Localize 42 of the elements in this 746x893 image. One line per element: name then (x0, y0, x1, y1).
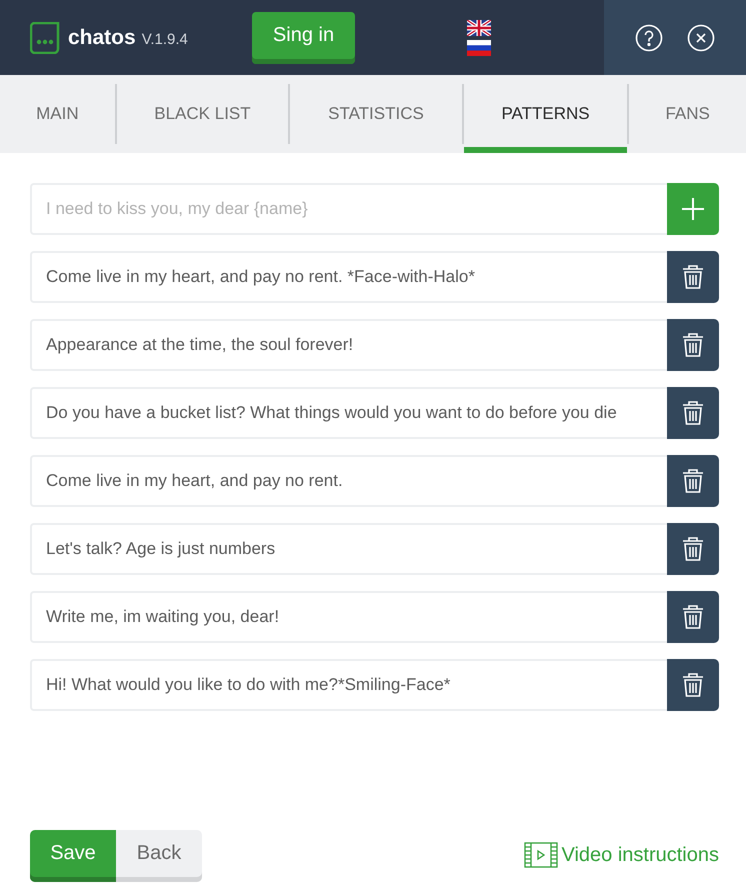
nav-tab[interactable]: FANS (629, 75, 746, 153)
trash-icon (681, 468, 705, 494)
pattern-field[interactable]: Come live in my heart, and pay no rent. *Face-with-Halo* (30, 251, 667, 303)
delete-button[interactable] (667, 455, 719, 507)
delete-button[interactable] (667, 659, 719, 711)
trash-icon (681, 672, 705, 698)
add-button[interactable] (667, 183, 719, 235)
trash-icon (681, 400, 705, 426)
russia-flag-icon[interactable] (467, 40, 491, 56)
delete-button[interactable] (667, 319, 719, 371)
version-label: V.1.9.4 (142, 31, 188, 48)
nav-tab[interactable]: MAIN (0, 75, 115, 153)
pattern-field[interactable]: Write me, im waiting you, dear! (30, 591, 667, 643)
plus-icon (680, 196, 706, 222)
nav-tab[interactable]: BLACK LIST (116, 75, 288, 153)
trash-icon (681, 264, 705, 290)
pattern-field[interactable]: Do you have a bucket list? What things would you want to do before you die (30, 387, 667, 439)
logo-icon (30, 22, 62, 54)
delete-button[interactable] (667, 387, 719, 439)
trash-icon (681, 536, 705, 562)
uk-flag-icon[interactable] (467, 20, 491, 36)
back-button[interactable]: Back (116, 830, 202, 882)
pattern-field[interactable]: Hi! What would you like to do with me?*Smiling-Face* (30, 659, 667, 711)
pattern-field[interactable]: Appearance at the time, the soul forever! (30, 319, 667, 371)
delete-button[interactable] (667, 251, 719, 303)
help-button[interactable] (635, 24, 663, 52)
nav-tab[interactable]: STATISTICS (290, 75, 462, 153)
pattern-input[interactable]: I need to kiss you, my dear {name} (30, 183, 667, 235)
trash-icon (681, 332, 705, 358)
film-icon (524, 842, 558, 868)
link-text[interactable]: Video instructions (562, 844, 719, 866)
trash-icon (681, 604, 705, 630)
save-button[interactable]: Save (30, 830, 116, 882)
delete-button[interactable] (667, 523, 719, 575)
nav-tab[interactable]: PATTERNS (464, 75, 628, 153)
pattern-field[interactable]: Come live in my heart, and pay no rent. (30, 455, 667, 507)
app-name: chatos (68, 26, 136, 50)
sign-in-button[interactable]: Sing in (252, 12, 355, 64)
pattern-field[interactable]: Let's talk? Age is just numbers (30, 523, 667, 575)
delete-button[interactable] (667, 591, 719, 643)
video-instructions-link[interactable]: Video instructions (524, 842, 719, 868)
close-button[interactable] (687, 24, 715, 52)
